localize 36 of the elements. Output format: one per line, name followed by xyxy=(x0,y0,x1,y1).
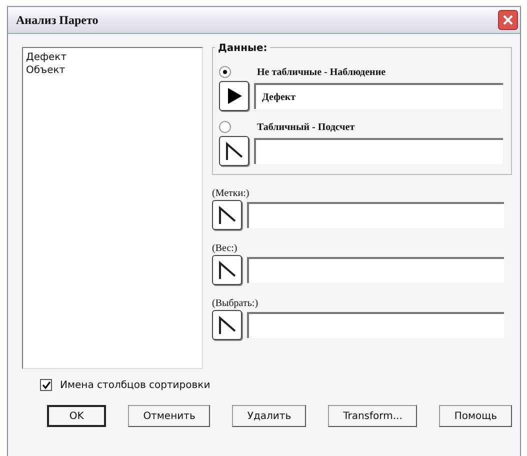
line-icon xyxy=(217,205,237,225)
field-label: (Вес:) xyxy=(212,243,238,254)
line-icon xyxy=(224,141,244,161)
radio-button[interactable] xyxy=(219,66,231,78)
checkbox-label: Имена столбцов сортировки xyxy=(60,380,210,390)
field-label: (Выбрать:) xyxy=(212,298,260,309)
select-button[interactable] xyxy=(212,310,242,340)
field-label: (Метки:) xyxy=(212,188,250,199)
select-button[interactable] xyxy=(212,200,242,230)
input-field[interactable] xyxy=(247,257,504,283)
radio-label: Табличный - Подсчет xyxy=(257,122,355,132)
select-button[interactable] xyxy=(212,255,242,285)
input-field[interactable]: Дефект xyxy=(254,83,503,109)
select-button[interactable] xyxy=(219,136,249,166)
dialog-button[interactable]: OK xyxy=(47,405,106,427)
input-field[interactable] xyxy=(247,202,504,228)
check-icon xyxy=(42,380,50,390)
radio-button[interactable] xyxy=(219,121,231,133)
close-button[interactable] xyxy=(498,10,518,30)
select-button[interactable] xyxy=(219,81,249,111)
window-title: Анализ Парето xyxy=(16,12,98,28)
dialog-button[interactable]: Помощь xyxy=(439,405,512,427)
dialog-button[interactable]: Transform... xyxy=(328,405,418,427)
group-label: Данные: xyxy=(215,43,270,54)
input-field[interactable] xyxy=(254,138,503,164)
input-field[interactable] xyxy=(247,312,504,338)
checkbox[interactable] xyxy=(40,379,52,391)
line-icon xyxy=(217,315,237,335)
dialog-button[interactable]: Отменить xyxy=(128,405,210,427)
variable-list[interactable]: Дефект Объект xyxy=(22,47,203,369)
radio-label: Не табличные - Наблюдение xyxy=(257,66,386,78)
close-icon xyxy=(502,14,514,26)
variable-item[interactable]: Дефект xyxy=(26,51,199,64)
line-icon xyxy=(217,260,237,280)
dialog-button[interactable]: Удалить xyxy=(232,405,306,427)
variable-item[interactable]: Объект xyxy=(26,64,199,77)
